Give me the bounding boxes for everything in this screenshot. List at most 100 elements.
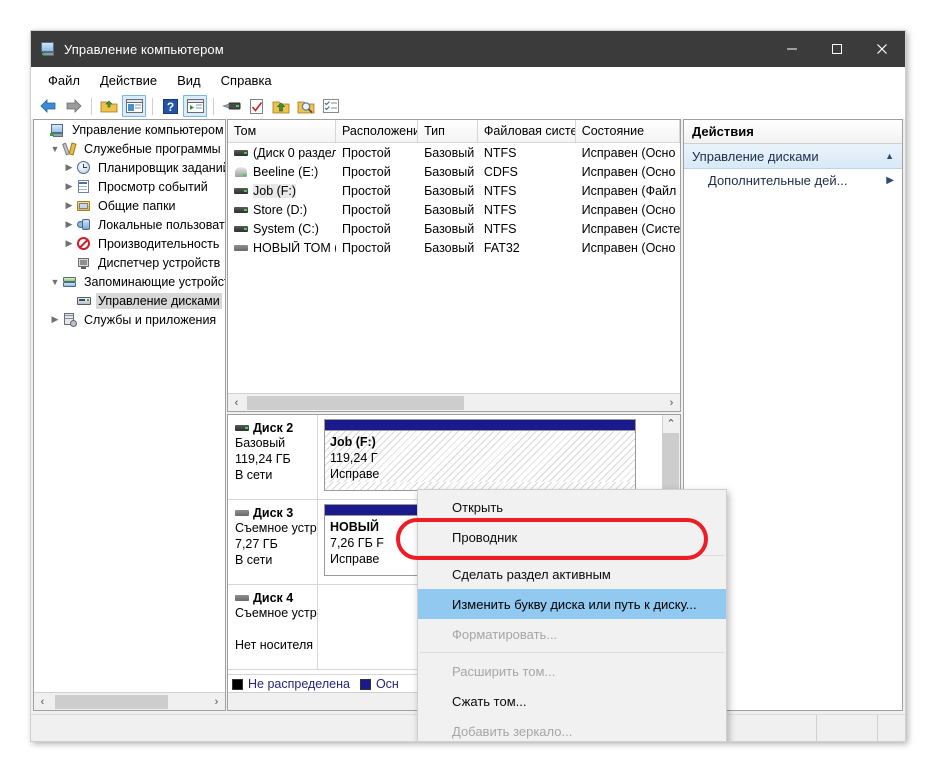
up-folder-icon[interactable] [97, 95, 121, 117]
computer-management-window: Управление компьютером Файл Действие Вид… [30, 30, 906, 742]
chevron-right-icon[interactable]: ▶ [62, 236, 76, 252]
sidebar-item-storage[interactable]: ▼ Запоминающие устройст [34, 272, 225, 291]
chevron-right-icon[interactable]: ▶ [62, 217, 76, 233]
back-icon[interactable] [36, 95, 60, 117]
help-icon[interactable]: ? [158, 95, 182, 117]
export-up-icon[interactable] [269, 95, 293, 117]
cell-volume: System (C:) [253, 222, 319, 236]
chevron-right-icon[interactable]: ▶ [62, 198, 76, 214]
disk-size [235, 621, 312, 637]
forward-icon[interactable] [61, 95, 85, 117]
actions-group-label: Управление дисками [692, 149, 819, 164]
disk-name: Диск 2 [253, 421, 293, 435]
sidebar-item-event-viewer[interactable]: ▶ Просмотр событий [34, 177, 225, 196]
sidebar-item-performance[interactable]: ▶ Производительность [34, 234, 225, 253]
tree-label: Общие папки [96, 198, 178, 214]
volume-list-pane: Том Расположение Тип Файловая система Со… [227, 119, 681, 412]
twisty-none [62, 255, 76, 271]
sidebar-item-disk-management[interactable]: Управление дисками [34, 291, 225, 310]
check-icon[interactable] [244, 95, 268, 117]
column-header-layout[interactable]: Расположение [336, 120, 418, 142]
context-menu-item-open[interactable]: Открыть [418, 492, 726, 522]
rescan-disks-icon[interactable] [219, 95, 243, 117]
sidebar-item-shared-folders[interactable]: ▶ Общие папки [34, 196, 225, 215]
sidebar-item-device-manager[interactable]: Диспетчер устройств [34, 253, 225, 272]
properties-list-icon[interactable] [319, 95, 343, 117]
table-row[interactable]: НОВЫЙ ТОМ (I:) Простой Базовый FAT32 Исп… [228, 238, 680, 257]
sidebar-item-local-users[interactable]: ▶ Локальные пользовате [34, 215, 225, 234]
scroll-thumb[interactable] [55, 695, 168, 709]
cell-status: Исправен (Систе [576, 222, 680, 236]
legend-item-primary: Осн [360, 677, 399, 691]
scroll-thumb[interactable] [247, 396, 464, 410]
cell-status: Исправен (Файл [576, 184, 680, 198]
scroll-up-icon[interactable]: ⌃ [663, 415, 679, 432]
scroll-track[interactable] [245, 395, 663, 411]
screenshot-root: Управление компьютером Файл Действие Вид… [0, 0, 936, 772]
chevron-down-icon[interactable]: ▼ [48, 274, 62, 290]
scroll-track[interactable] [51, 694, 208, 710]
menu-help[interactable]: Справка [212, 70, 281, 91]
cell-type: Базовый [418, 222, 478, 236]
cell-layout: Простой [336, 184, 418, 198]
table-row[interactable]: (Диск 0 раздел 2) Простой Базовый NTFS И… [228, 143, 680, 162]
chevron-right-icon[interactable]: ▶ [48, 312, 62, 328]
chevron-right-icon[interactable]: ▶ [62, 160, 76, 176]
table-row[interactable]: Job (F:) Простой Базовый NTFS Исправен (… [228, 181, 680, 200]
scroll-right-icon[interactable]: › [208, 694, 225, 710]
search-folder-icon[interactable] [294, 95, 318, 117]
column-header-status[interactable]: Состояние [576, 120, 680, 142]
partition-block[interactable]: Job (F:) 119,24 Г Исправе [324, 419, 636, 491]
tree-label: Служебные программы [82, 141, 223, 157]
minimize-button[interactable] [769, 31, 814, 67]
window-title: Управление компьютером [64, 42, 224, 57]
menu-view[interactable]: Вид [168, 70, 210, 91]
table-row[interactable]: System (C:) Простой Базовый NTFS Исправе… [228, 219, 680, 238]
sidebar-item-system-tools[interactable]: ▼ Служебные программы [34, 139, 225, 158]
scroll-left-icon[interactable]: ‹ [34, 694, 51, 710]
tree-label: Планировщик заданий [96, 160, 225, 176]
scroll-left-icon[interactable]: ‹ [228, 395, 245, 411]
column-header-volume[interactable]: Том [228, 120, 336, 142]
hdd-icon [234, 185, 249, 197]
tree-label: Запоминающие устройст [82, 274, 225, 290]
cell-filesystem: NTFS [478, 222, 576, 236]
close-button[interactable] [859, 31, 905, 67]
context-menu-item-change-drive-letter[interactable]: Изменить букву диска или путь к диску... [418, 589, 726, 619]
disk-row[interactable]: Диск 2 Базовый 119,24 ГБ В сети Job (F:) [228, 415, 663, 500]
table-row[interactable]: Beeline (E:) Простой Базовый CDFS Исправ… [228, 162, 680, 181]
column-header-filesystem[interactable]: Файловая система [478, 120, 576, 142]
table-row[interactable]: Store (D:) Простой Базовый NTFS Исправен… [228, 200, 680, 219]
menu-action[interactable]: Действие [91, 70, 166, 91]
action-more-actions[interactable]: Дополнительные дей... ▶ [684, 169, 902, 191]
show-hide-tree-icon[interactable] [122, 95, 146, 117]
scroll-right-icon[interactable]: › [663, 395, 680, 411]
maximize-button[interactable] [814, 31, 859, 67]
performance-icon [76, 236, 93, 252]
chevron-down-icon[interactable]: ▼ [48, 141, 62, 157]
actions-group-disk-management[interactable]: Управление дисками ▲ [684, 144, 902, 169]
cell-type: Базовый [418, 184, 478, 198]
sidebar-item-computer-management[interactable]: Управление компьютером (л [34, 120, 225, 139]
chevron-up-icon[interactable]: ▲ [885, 151, 894, 161]
disk-size: 119,24 ГБ [235, 451, 312, 467]
context-menu-item-explore[interactable]: Проводник [418, 522, 726, 552]
legend-label: Осн [376, 677, 399, 691]
context-menu-item-mark-partition-active[interactable]: Сделать раздел активным [418, 559, 726, 589]
volume-list-horizontal-scrollbar[interactable]: ‹ › [228, 393, 680, 411]
context-menu-separator [420, 555, 724, 556]
legend-label: Не распределена [248, 677, 350, 691]
partition-status: Исправе [330, 466, 630, 482]
column-header-type[interactable]: Тип [418, 120, 478, 142]
legend-swatch [360, 679, 371, 690]
sidebar-item-task-scheduler[interactable]: ▶ Планировщик заданий [34, 158, 225, 177]
chevron-right-icon[interactable]: ▶ [62, 179, 76, 195]
sidebar-item-services-and-applications[interactable]: ▶ Службы и приложения [34, 310, 225, 329]
shared-folders-icon [76, 198, 93, 214]
show-action-pane-icon[interactable] [183, 95, 207, 117]
menu-file[interactable]: Файл [39, 70, 89, 91]
context-menu-item-shrink-volume[interactable]: Сжать том... [418, 686, 726, 716]
tree-horizontal-scrollbar[interactable]: ‹ › [34, 692, 225, 710]
disk-name: Диск 4 [253, 591, 293, 605]
hdd-icon [234, 204, 249, 216]
